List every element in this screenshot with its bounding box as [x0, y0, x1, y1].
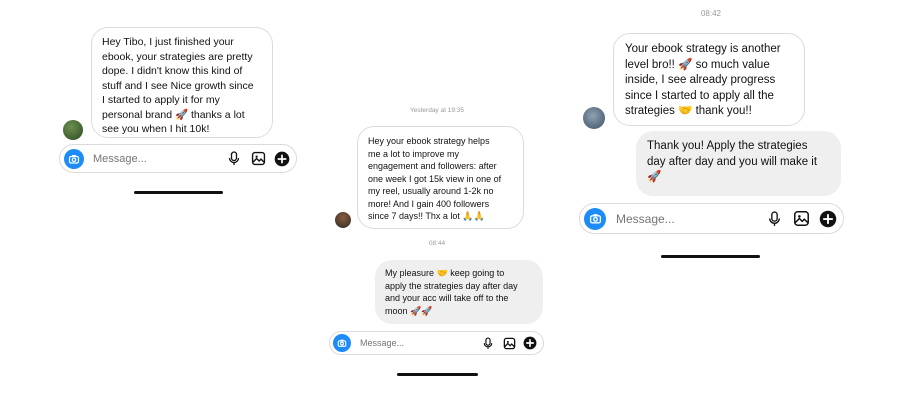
image-icon — [251, 151, 265, 166]
message-composer — [329, 331, 544, 355]
message-input[interactable] — [358, 337, 480, 349]
camera-button[interactable] — [333, 334, 351, 352]
incoming-message: Hey Tibo, I just finished your ebook, yo… — [91, 27, 273, 138]
plus-circle-icon — [523, 336, 537, 350]
message-input[interactable] — [614, 210, 764, 227]
outgoing-message: My pleasure 🤝 keep going to apply the st… — [375, 260, 543, 324]
camera-button[interactable] — [584, 207, 606, 230]
camera-button[interactable] — [64, 148, 84, 169]
contact-avatar[interactable] — [335, 212, 351, 228]
microphone-icon — [228, 151, 240, 165]
home-indicator — [397, 373, 478, 376]
plus-circle-icon — [819, 210, 837, 227]
add-button[interactable] — [818, 209, 838, 229]
message-composer — [579, 203, 844, 234]
contact-avatar[interactable] — [63, 120, 83, 140]
image-icon — [503, 337, 515, 349]
camera-icon — [589, 214, 601, 224]
outgoing-message: Thank you! Apply the strategies day afte… — [636, 131, 841, 196]
gallery-button[interactable] — [249, 150, 267, 168]
incoming-message: Your ebook strategy is another level bro… — [613, 33, 805, 126]
microphone-button[interactable] — [480, 335, 496, 351]
incoming-message: Hey your ebook strategy helps me a lot t… — [357, 126, 524, 229]
camera-icon — [337, 339, 347, 347]
microphone-icon — [768, 210, 780, 226]
home-indicator — [661, 255, 760, 258]
plus-circle-icon — [274, 151, 290, 166]
image-icon — [793, 211, 809, 226]
camera-icon — [68, 154, 80, 164]
message-input[interactable] — [91, 151, 225, 166]
add-button[interactable] — [273, 150, 291, 168]
contact-avatar[interactable] — [583, 107, 605, 129]
message-composer — [59, 144, 297, 173]
gallery-button[interactable] — [791, 209, 811, 229]
microphone-button[interactable] — [764, 209, 784, 229]
timestamp: 08:42 — [700, 9, 722, 18]
microphone-icon — [483, 337, 493, 349]
add-button[interactable] — [522, 335, 538, 351]
home-indicator — [134, 191, 223, 194]
microphone-button[interactable] — [225, 150, 243, 168]
timestamp: 08:44 — [428, 240, 446, 247]
timestamp: Yesterday at 19:35 — [410, 107, 464, 114]
gallery-button[interactable] — [501, 335, 517, 351]
